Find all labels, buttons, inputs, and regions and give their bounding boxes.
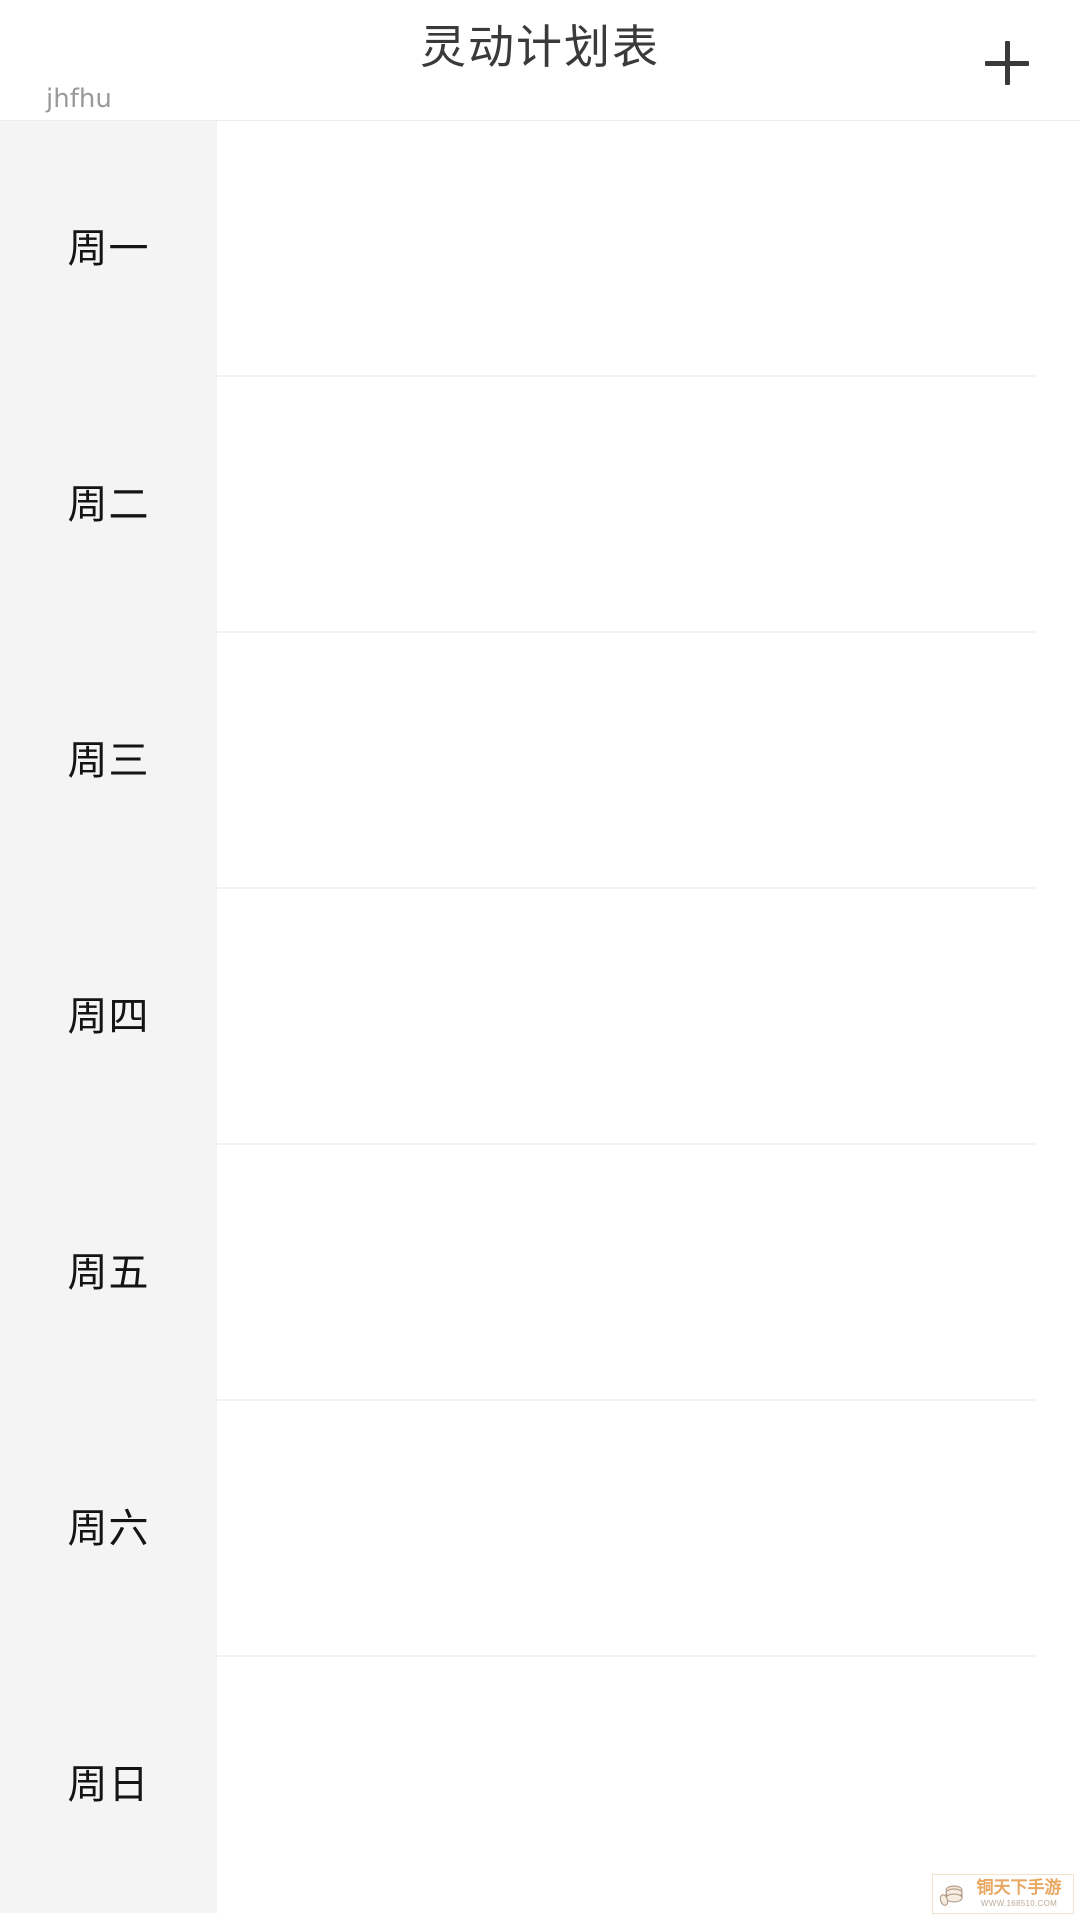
- add-plan-button[interactable]: [970, 26, 1044, 100]
- watermark: 铜天下手游 WWW.168510.COM: [932, 1874, 1074, 1914]
- schedule-row-monday: 周一: [0, 121, 1080, 377]
- schedule-row-sunday: 周日: [0, 1657, 1080, 1913]
- day-slot-cell-thursday[interactable]: [217, 889, 1080, 1145]
- page-title: 灵动计划表: [420, 20, 660, 74]
- day-label: 周四: [67, 994, 150, 1040]
- schedule-row-tuesday: 周二: [0, 377, 1080, 633]
- app-root: 灵动计划表 jhfhu 周一 周二 周三 周四 周五 周六 周日 铜天下手游 W…: [0, 0, 1080, 1920]
- plus-icon-vertical: [1004, 41, 1010, 85]
- day-slot-cell-monday[interactable]: [217, 121, 1080, 377]
- day-label: 周一: [67, 226, 150, 272]
- day-label: 周六: [67, 1506, 150, 1552]
- schedule-row-thursday: 周四: [0, 889, 1080, 1145]
- day-label-cell-monday[interactable]: 周一: [0, 121, 217, 377]
- day-slot-cell-friday[interactable]: [217, 1145, 1080, 1401]
- day-slot-cell-tuesday[interactable]: [217, 377, 1080, 633]
- day-label-cell-sunday[interactable]: 周日: [0, 1657, 217, 1913]
- day-label: 周二: [67, 482, 150, 528]
- day-label-cell-thursday[interactable]: 周四: [0, 889, 217, 1145]
- schedule-row-wednesday: 周三: [0, 633, 1080, 889]
- day-label: 周五: [67, 1250, 150, 1296]
- day-label: 周日: [67, 1762, 150, 1808]
- schedule-row-saturday: 周六: [0, 1401, 1080, 1657]
- day-label-cell-wednesday[interactable]: 周三: [0, 633, 217, 889]
- app-header: 灵动计划表 jhfhu: [0, 0, 1080, 121]
- watermark-text: 铜天下手游 WWW.168510.COM: [967, 1880, 1071, 1908]
- schedule-row-friday: 周五: [0, 1145, 1080, 1401]
- watermark-brand: 铜天下手游: [976, 1878, 1062, 1898]
- user-name-label: jhfhu: [46, 84, 112, 114]
- schedule-grid: 周一 周二 周三 周四 周五 周六 周日: [0, 121, 1080, 1920]
- day-label-cell-tuesday[interactable]: 周二: [0, 377, 217, 633]
- day-slot-cell-wednesday[interactable]: [217, 633, 1080, 889]
- day-slot-cell-saturday[interactable]: [217, 1401, 1080, 1657]
- day-label-cell-friday[interactable]: 周五: [0, 1145, 217, 1401]
- coins-icon: [937, 1879, 967, 1909]
- day-label-cell-saturday[interactable]: 周六: [0, 1401, 217, 1657]
- watermark-url: WWW.168510.COM: [980, 1899, 1058, 1908]
- day-label: 周三: [67, 738, 150, 784]
